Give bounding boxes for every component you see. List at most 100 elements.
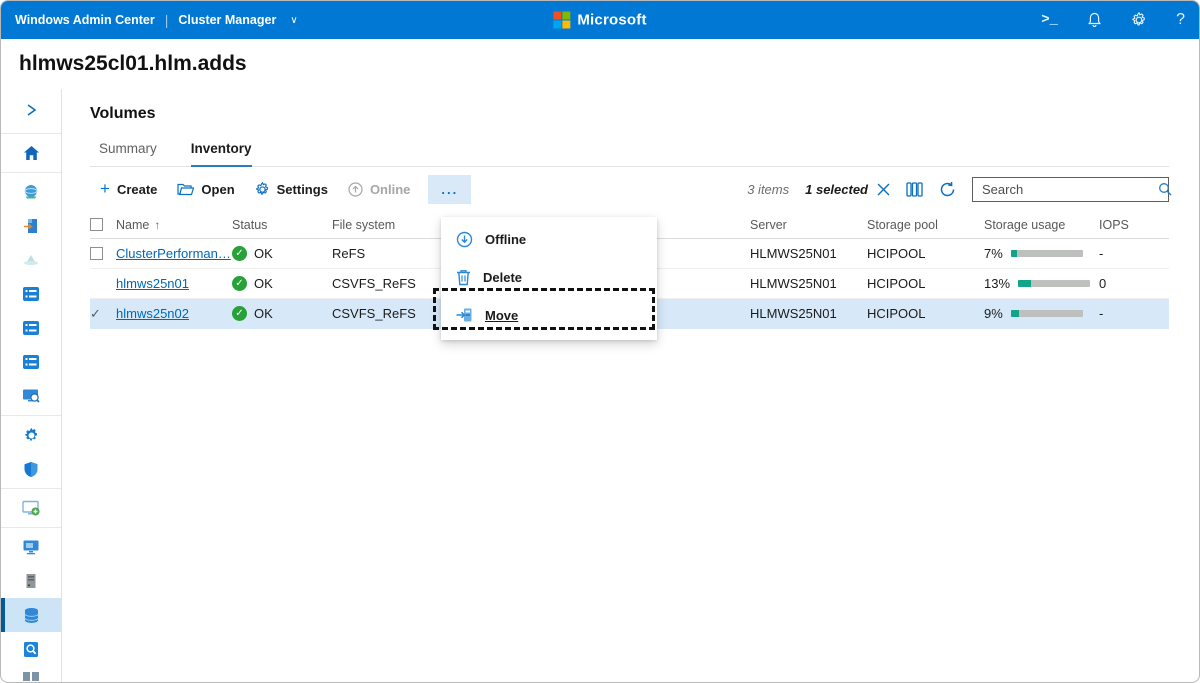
offline-icon: [456, 231, 473, 248]
status-ok-icon: ✓: [232, 306, 247, 321]
choose-columns-icon[interactable]: [906, 181, 923, 197]
selected-count-label: 1 selected: [805, 181, 868, 197]
row-selected-check-icon[interactable]: ✓: [90, 306, 101, 322]
sidebar-item-servers-3[interactable]: [1, 345, 61, 379]
column-header-storage-usage[interactable]: Storage usage: [984, 218, 1099, 232]
sidebar-item-security[interactable]: [1, 452, 61, 486]
circle-up-arrow-icon: [348, 181, 363, 197]
sidebar-item-diagnostics[interactable]: [1, 379, 61, 413]
tools-sidebar: [1, 89, 62, 682]
volume-link[interactable]: hlmws25n01: [116, 276, 189, 291]
column-header-status[interactable]: Status: [232, 218, 332, 232]
sidebar-item-settings[interactable]: [1, 418, 61, 452]
menu-item-move[interactable]: Move: [441, 296, 657, 334]
server-cell: HLMWS25N01: [750, 306, 837, 321]
windows-admin-center-window: Windows Admin Center | Cluster Manager ∨…: [0, 0, 1200, 683]
microsoft-logo-text: Microsoft: [577, 11, 647, 29]
settings-button-label: Settings: [276, 181, 328, 197]
usage-percent-label: 7%: [984, 246, 1003, 261]
create-button[interactable]: + Create: [90, 173, 167, 205]
folder-open-icon: [177, 182, 195, 196]
open-button-label: Open: [201, 181, 235, 197]
status-ok-icon: ✓: [232, 276, 247, 291]
tool-heading: Volumes: [90, 105, 156, 122]
sidebar-item-extensions[interactable]: [1, 491, 61, 525]
more-actions-button[interactable]: ...: [428, 174, 472, 204]
sidebar-expand-button[interactable]: [1, 89, 61, 131]
top-app-bar: Windows Admin Center | Cluster Manager ∨…: [1, 1, 1199, 39]
refresh-icon[interactable]: [939, 181, 956, 198]
sort-ascending-icon: ↑: [154, 217, 161, 232]
column-header-name[interactable]: Name ↑: [116, 218, 232, 232]
storage-pool-cell: HCIPOOL: [867, 306, 926, 321]
plus-icon: +: [100, 179, 110, 198]
move-icon: [456, 307, 473, 323]
server-cell: HLMWS25N01: [750, 246, 837, 261]
column-header-iops[interactable]: IOPS: [1099, 218, 1169, 232]
column-header-file-system[interactable]: File system: [332, 218, 442, 232]
gear-icon: [255, 181, 270, 197]
iops-cell: 0: [1099, 276, 1107, 291]
clear-selection-icon[interactable]: [877, 183, 890, 196]
sidebar-item-drives-faint[interactable]: [1, 243, 61, 277]
search-input[interactable]: [982, 181, 1158, 197]
usage-percent-label: 9%: [984, 306, 1003, 321]
sidebar-item-home[interactable]: [1, 136, 61, 170]
iops-cell: -: [1099, 306, 1104, 321]
tab-summary[interactable]: Summary: [99, 141, 157, 166]
online-button-label: Online: [369, 181, 411, 197]
volume-link[interactable]: hlmws25n02: [116, 306, 189, 321]
app-name[interactable]: Windows Admin Center: [15, 13, 155, 27]
column-header-storage-pool[interactable]: Storage pool: [867, 218, 984, 232]
breadcrumb-separator: |: [164, 12, 169, 28]
status-label: OK: [254, 306, 273, 321]
sidebar-item-storage-search[interactable]: [1, 632, 61, 666]
open-button[interactable]: Open: [167, 176, 244, 203]
volumes-tabs: Summary Inventory: [90, 141, 1169, 167]
menu-item-offline[interactable]: Offline: [441, 220, 657, 258]
notifications-bell-icon[interactable]: [1087, 12, 1102, 28]
search-icon[interactable]: [1158, 182, 1172, 196]
page-title: hlmws25cl01.hlm.adds: [19, 52, 247, 75]
app-breadcrumb: Windows Admin Center | Cluster Manager ∨: [15, 12, 298, 28]
sidebar-item-volumes[interactable]: [1, 598, 61, 633]
online-button[interactable]: Online: [338, 176, 420, 203]
search-box: [972, 176, 1172, 202]
row-checkbox[interactable]: [90, 247, 103, 260]
sidebar-item-server-tower[interactable]: [1, 564, 61, 598]
sidebar-item-servers-1[interactable]: [1, 277, 61, 311]
more-actions-menu: Offline Delete Move: [441, 217, 657, 340]
sidebar-item-servers-2[interactable]: [1, 311, 61, 345]
topbar-actions: >_ ?: [1041, 11, 1185, 29]
menu-item-delete-label: Delete: [483, 269, 523, 285]
create-button-label: Create: [116, 181, 158, 197]
delete-icon: [456, 269, 471, 286]
solution-dropdown-chevron-icon[interactable]: ∨: [290, 15, 297, 26]
file-system-cell: ReFS: [332, 246, 366, 261]
microsoft-logo: Microsoft: [553, 11, 647, 29]
powershell-icon[interactable]: >_: [1041, 12, 1058, 28]
selected-count: 1 selected: [805, 182, 890, 197]
menu-item-offline-label: Offline: [485, 231, 527, 247]
help-icon[interactable]: ?: [1176, 11, 1185, 29]
sidebar-item-partial-bottom[interactable]: [1, 667, 61, 682]
volume-link[interactable]: ClusterPerforman…: [116, 246, 231, 261]
settings-button[interactable]: Settings: [245, 176, 338, 203]
column-header-server[interactable]: Server: [750, 218, 867, 232]
status-label: OK: [254, 246, 273, 261]
menu-item-delete[interactable]: Delete: [441, 258, 657, 296]
settings-gear-icon[interactable]: [1131, 12, 1147, 28]
sidebar-item-cluster-overview[interactable]: [1, 175, 61, 209]
tab-inventory[interactable]: Inventory: [190, 141, 252, 167]
solution-name[interactable]: Cluster Manager: [178, 13, 276, 27]
usage-progress-bar: [1010, 310, 1083, 317]
status-label: OK: [254, 276, 273, 291]
microsoft-logo-icon: [553, 11, 571, 29]
status-ok-icon: ✓: [232, 246, 247, 261]
file-system-cell: CSVFS_ReFS: [332, 306, 416, 321]
menu-item-move-label: Move: [485, 307, 519, 323]
sidebar-item-remote-monitor[interactable]: [1, 530, 61, 564]
select-all-checkbox[interactable]: [90, 218, 103, 231]
sidebar-item-azure-hybrid[interactable]: [1, 209, 61, 243]
volumes-tool-panel: Volumes Summary Inventory + Create Open: [62, 89, 1199, 682]
